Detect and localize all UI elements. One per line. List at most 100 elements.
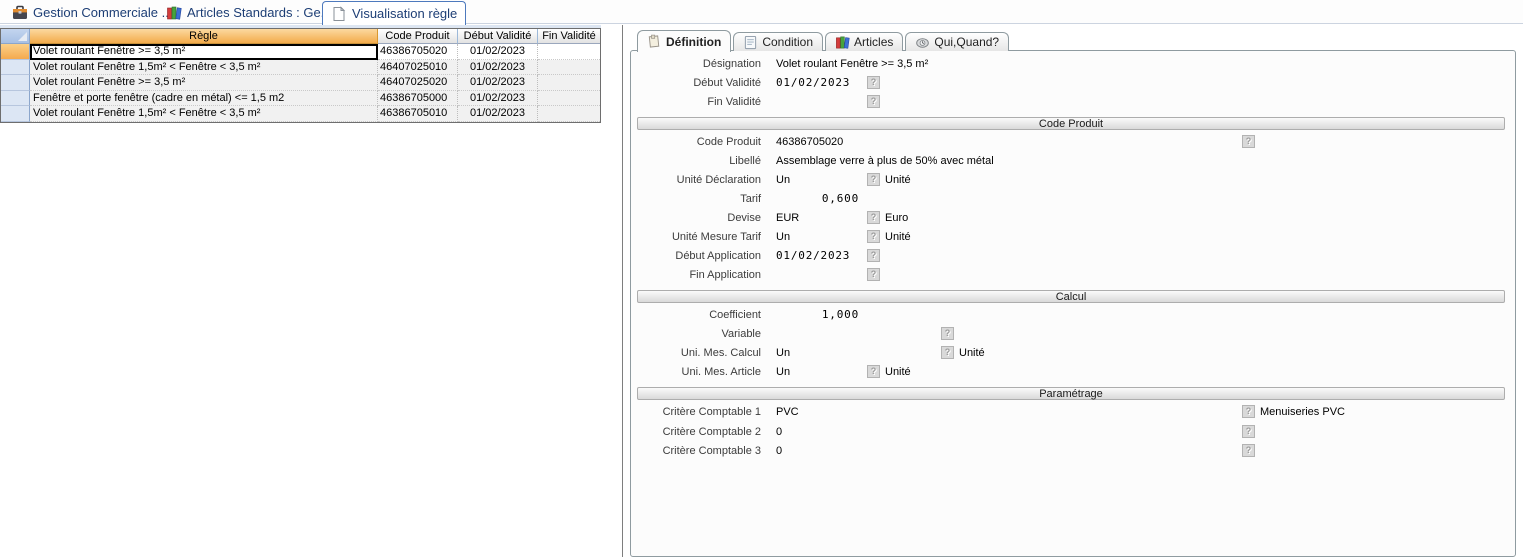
cell-fin-validite[interactable]	[538, 44, 600, 60]
note-icon	[647, 34, 662, 49]
who-when-icon	[915, 35, 930, 50]
cell-regle[interactable]: Volet roulant Fenêtre 1,5m² < Fenêtre < …	[30, 60, 378, 76]
table-row[interactable]: Volet roulant Fenêtre >= 3,5 m² 46407025…	[1, 75, 600, 91]
help-button[interactable]: ?	[1242, 425, 1255, 438]
row-selector[interactable]	[1, 60, 30, 76]
pane-splitter[interactable]	[622, 25, 623, 557]
table-row[interactable]: Volet roulant Fenêtre >= 3,5 m² 46386705…	[1, 44, 600, 60]
column-header-fin-validite[interactable]: Fin Validité	[538, 29, 600, 44]
field-debut-validite: Début Validité 01/02/2023 ?	[631, 76, 1515, 92]
field-critere-comptable-1: Critère Comptable 1 PVC ? Menuiseries PV…	[631, 405, 1515, 421]
cell-debut-validite[interactable]: 01/02/2023	[458, 44, 538, 60]
cell-debut-validite[interactable]: 01/02/2023	[458, 75, 538, 91]
field-unite-mesure-tarif: Unité Mesure Tarif Un ? Unité	[631, 230, 1515, 246]
help-button[interactable]: ?	[867, 173, 880, 186]
field-libelle: Libellé Assemblage verre à plus de 50% a…	[631, 154, 1515, 170]
cell-debut-validite[interactable]: 01/02/2023	[458, 91, 538, 107]
help-button[interactable]: ?	[867, 76, 880, 89]
section-title: Calcul	[1056, 291, 1087, 303]
tab-condition[interactable]: Condition	[733, 32, 823, 51]
field-value: 0	[776, 425, 782, 439]
column-header-regle[interactable]: Règle	[30, 29, 378, 44]
cell-regle[interactable]: Fenêtre et porte fenêtre (cadre en métal…	[30, 91, 378, 107]
field-critere-comptable-2: Critère Comptable 2 0 ?	[631, 425, 1515, 441]
help-button[interactable]: ?	[867, 249, 880, 262]
field-fin-validite: Fin Validité ?	[631, 95, 1515, 111]
field-variable: Variable ?	[631, 327, 1515, 343]
row-selector[interactable]	[1, 44, 30, 60]
tab-definition[interactable]: Définition	[637, 30, 731, 52]
column-header-debut-validite[interactable]: Début Validité	[458, 29, 538, 44]
field-value: 0,600	[776, 192, 859, 206]
cell-debut-validite[interactable]: 01/02/2023	[458, 106, 538, 122]
application-window: Gestion Commerciale ... Articles Standar…	[0, 0, 1523, 557]
field-value: 01/02/2023	[776, 76, 850, 90]
definition-panel: Désignation Volet roulant Fenêtre >= 3,5…	[630, 50, 1516, 557]
window-tab-label: Gestion Commerciale ...	[33, 5, 172, 20]
field-value: Un	[776, 346, 790, 360]
cell-fin-validite[interactable]	[538, 91, 600, 107]
help-button[interactable]: ?	[1242, 444, 1255, 457]
field-designation: Désignation Volet roulant Fenêtre >= 3,5…	[631, 57, 1515, 73]
field-debut-application: Début Application 01/02/2023 ?	[631, 249, 1515, 265]
help-button[interactable]: ?	[867, 230, 880, 243]
table-row[interactable]: Fenêtre et porte fenêtre (cadre en métal…	[1, 91, 600, 107]
field-value: EUR	[776, 211, 799, 225]
window-tab-label: Articles Standards : Ge...	[187, 5, 332, 20]
cell-code-produit[interactable]: 46407025020	[378, 75, 458, 91]
cell-code-produit[interactable]: 46386705010	[378, 106, 458, 122]
cell-regle[interactable]: Volet roulant Fenêtre 1,5m² < Fenêtre < …	[30, 106, 378, 122]
field-suffix: Euro	[885, 211, 908, 225]
cell-fin-validite[interactable]	[538, 75, 600, 91]
cell-code-produit[interactable]: 46386705000	[378, 91, 458, 107]
help-button[interactable]: ?	[941, 327, 954, 340]
window-tab-articles-standards[interactable]: Articles Standards : Ge...	[158, 2, 340, 23]
field-fin-application: Fin Application ?	[631, 268, 1515, 284]
tab-articles[interactable]: Articles	[825, 32, 903, 51]
column-header-code-produit[interactable]: Code Produit	[378, 29, 458, 44]
field-value: Assemblage verre à plus de 50% avec méta…	[776, 154, 994, 168]
field-value: 1,000	[776, 308, 859, 322]
table-row[interactable]: Volet roulant Fenêtre 1,5m² < Fenêtre < …	[1, 60, 600, 76]
row-selector[interactable]	[1, 91, 30, 107]
field-label: Critère Comptable 3	[631, 444, 761, 458]
detail-tab-bar: Définition Condition Articles	[637, 29, 1011, 51]
window-tab-gestion-commerciale[interactable]: Gestion Commerciale ...	[4, 2, 180, 23]
help-button[interactable]: ?	[941, 346, 954, 359]
field-critere-comptable-3: Critère Comptable 3 0 ?	[631, 444, 1515, 460]
row-selector[interactable]	[1, 75, 30, 91]
help-button[interactable]: ?	[867, 95, 880, 108]
grid-corner-selector[interactable]	[1, 29, 30, 44]
field-suffix: Unité	[885, 230, 911, 244]
field-label: Fin Validité	[631, 95, 761, 109]
cell-code-produit[interactable]: 46407025010	[378, 60, 458, 76]
field-label: Critère Comptable 1	[631, 405, 761, 419]
field-devise: Devise EUR ? Euro	[631, 211, 1515, 227]
field-coefficient: Coefficient 1,000	[631, 308, 1515, 324]
help-button[interactable]: ?	[867, 268, 880, 281]
cell-debut-validite[interactable]: 01/02/2023	[458, 60, 538, 76]
field-label: Critère Comptable 2	[631, 425, 761, 439]
tab-qui-quand[interactable]: Qui,Quand?	[905, 32, 1009, 51]
table-row[interactable]: Volet roulant Fenêtre 1,5m² < Fenêtre < …	[1, 106, 600, 122]
field-label: Libellé	[631, 154, 761, 168]
field-label: Uni. Mes. Calcul	[631, 346, 761, 360]
window-tab-visualisation-regle[interactable]: Visualisation règle	[322, 1, 466, 25]
row-selector[interactable]	[1, 106, 30, 122]
cell-fin-validite[interactable]	[538, 106, 600, 122]
cell-regle[interactable]: Volet roulant Fenêtre >= 3,5 m²	[30, 75, 378, 91]
field-uni-mes-calcul: Uni. Mes. Calcul Un ? Unité	[631, 346, 1515, 362]
cell-fin-validite[interactable]	[538, 60, 600, 76]
help-button[interactable]: ?	[1242, 135, 1255, 148]
field-value: 01/02/2023	[776, 249, 850, 263]
help-button[interactable]: ?	[867, 365, 880, 378]
grid-header-row: Règle Code Produit Début Validité Fin Va…	[1, 29, 600, 44]
cell-code-produit[interactable]: 46386705020	[378, 44, 458, 60]
help-button[interactable]: ?	[1242, 405, 1255, 418]
field-label: Tarif	[631, 192, 761, 206]
field-code-produit: Code Produit 46386705020 ?	[631, 135, 1515, 151]
cell-regle[interactable]: Volet roulant Fenêtre >= 3,5 m²	[30, 44, 378, 60]
tab-label: Définition	[666, 35, 721, 49]
section-title: Code Produit	[1039, 118, 1103, 130]
help-button[interactable]: ?	[867, 211, 880, 224]
